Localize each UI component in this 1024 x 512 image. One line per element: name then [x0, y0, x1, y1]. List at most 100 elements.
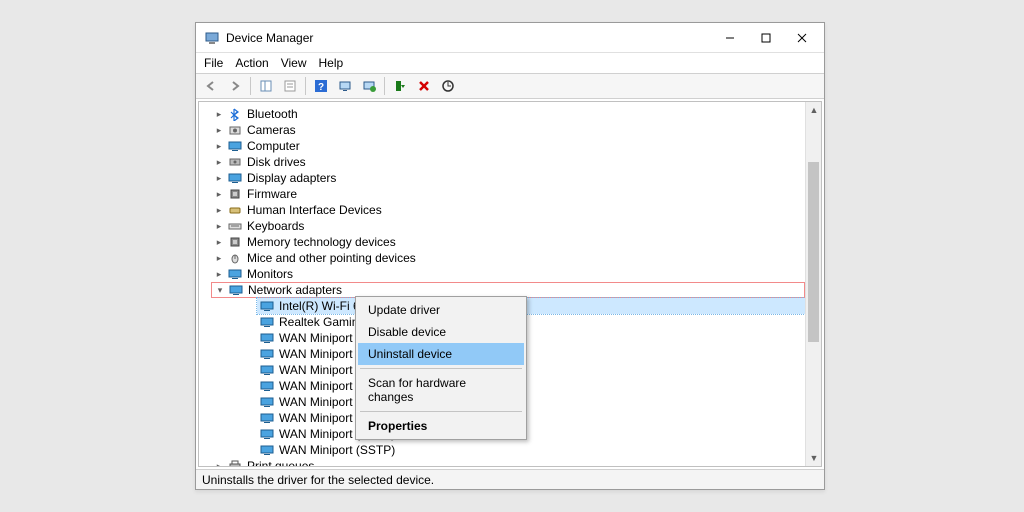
network-adapter-icon	[259, 298, 275, 314]
network-adapter-icon	[259, 378, 275, 394]
category-label: Memory technology devices	[247, 234, 396, 250]
toolbar-separator	[305, 77, 306, 95]
scroll-up-icon[interactable]: ▲	[806, 102, 822, 118]
expand-icon[interactable]: ▸	[213, 122, 225, 138]
app-icon	[204, 30, 220, 46]
network-adapter-item[interactable]: Intel(R) Wi-Fi 6 AX2	[257, 298, 805, 314]
network-adapter-icon	[259, 314, 275, 330]
context-separator	[360, 411, 522, 412]
vertical-scrollbar[interactable]: ▲ ▼	[805, 102, 821, 466]
close-button[interactable]	[784, 24, 820, 52]
keyboard-icon	[227, 218, 243, 234]
expand-icon[interactable]: ▸	[213, 170, 225, 186]
uninstall-toolbar-button[interactable]	[413, 75, 435, 97]
tree-category[interactable]: ▸ Monitors	[213, 266, 805, 282]
network-adapter-icon	[259, 346, 275, 362]
expand-icon[interactable]: ▸	[213, 106, 225, 122]
network-adapter-item[interactable]: WAN Miniport (IP)	[257, 346, 805, 362]
expand-icon[interactable]: ▸	[213, 186, 225, 202]
expand-icon[interactable]: ▸	[213, 266, 225, 282]
expand-icon[interactable]: ▸	[213, 218, 225, 234]
titlebar: Device Manager	[196, 23, 824, 53]
tree-category[interactable]: ▸ Display adapters	[213, 170, 805, 186]
expand-icon[interactable]: ▸	[213, 234, 225, 250]
network-adapter-icon	[259, 394, 275, 410]
menu-action[interactable]: Action	[235, 56, 268, 70]
network-adapter-item[interactable]: WAN Miniport (IPv	[257, 362, 805, 378]
scroll-thumb[interactable]	[808, 162, 819, 342]
tree-category[interactable]: ▸ Firmware	[213, 186, 805, 202]
mouse-icon	[227, 250, 243, 266]
context-update-driver[interactable]: Update driver	[358, 299, 524, 321]
category-label: Print queues	[247, 458, 314, 466]
collapse-icon[interactable]: ▾	[214, 282, 226, 298]
toolbar-separator	[250, 77, 251, 95]
properties-toolbar-button[interactable]	[279, 75, 301, 97]
tree-category[interactable]: ▸Computer	[213, 138, 805, 154]
statusbar: Uninstalls the driver for the selected d…	[196, 469, 824, 489]
scan-hardware-toolbar-button[interactable]	[437, 75, 459, 97]
monitor-icon	[227, 170, 243, 186]
category-label: Keyboards	[247, 218, 304, 234]
tree-category[interactable]: ▸ Mice and other pointing devices	[213, 250, 805, 266]
tree-category[interactable]: ▸ Bluetooth	[213, 106, 805, 122]
category-label: Display adapters	[247, 170, 336, 186]
tree-category[interactable]: ▸ Disk drives	[213, 154, 805, 170]
network-icon	[228, 282, 244, 298]
disk-icon	[227, 154, 243, 170]
expand-icon[interactable]: ▸	[213, 458, 225, 466]
context-scan-hardware[interactable]: Scan for hardware changes	[358, 372, 524, 408]
device-label: WAN Miniport (SSTP)	[279, 442, 395, 458]
category-label: Disk drives	[247, 154, 306, 170]
network-adapter-item[interactable]: WAN Miniport (PP	[257, 410, 805, 426]
network-adapter-item[interactable]: WAN Miniport (Ne	[257, 394, 805, 410]
context-disable-device[interactable]: Disable device	[358, 321, 524, 343]
category-label: Monitors	[247, 266, 293, 282]
network-adapter-icon	[259, 362, 275, 378]
tree-category[interactable]: ▸ Cameras	[213, 122, 805, 138]
forward-button[interactable]	[224, 75, 246, 97]
expand-icon[interactable]: ▸	[213, 154, 225, 170]
tree-category[interactable]: ▸ Memory technology devices	[213, 234, 805, 250]
context-separator	[360, 368, 522, 369]
context-properties[interactable]: Properties	[358, 415, 524, 437]
category-label: Network adapters	[248, 282, 342, 298]
network-adapter-icon	[259, 442, 275, 458]
maximize-button[interactable]	[748, 24, 784, 52]
expand-icon[interactable]: ▸	[213, 138, 225, 154]
category-label: Cameras	[247, 122, 296, 138]
network-adapter-icon	[259, 426, 275, 442]
tree-category[interactable]: ▸ Keyboards	[213, 218, 805, 234]
tree-category[interactable]: ▸ Human Interface Devices	[213, 202, 805, 218]
network-adapter-item[interactable]: WAN Miniport (PPTP)	[257, 426, 805, 442]
expand-icon[interactable]: ▸	[213, 202, 225, 218]
expand-icon[interactable]: ▸	[213, 250, 225, 266]
menu-help[interactable]: Help	[319, 56, 344, 70]
help-toolbar-button[interactable]: ?	[310, 75, 332, 97]
enable-device-toolbar-button[interactable]	[389, 75, 411, 97]
scroll-down-icon[interactable]: ▼	[806, 450, 822, 466]
context-uninstall-device[interactable]: Uninstall device	[358, 343, 524, 365]
monitor-icon	[227, 138, 243, 154]
toolbar: ?	[196, 73, 824, 99]
status-text: Uninstalls the driver for the selected d…	[202, 473, 434, 487]
back-button[interactable]	[200, 75, 222, 97]
network-adapter-item[interactable]: WAN Miniport (L2	[257, 378, 805, 394]
toolbar-separator	[384, 77, 385, 95]
minimize-button[interactable]	[712, 24, 748, 52]
network-adapter-item[interactable]: Realtek Gaming Gb	[257, 314, 805, 330]
network-adapter-item[interactable]: WAN Miniport (IKE	[257, 330, 805, 346]
svg-text:?: ?	[318, 82, 324, 93]
category-label: Firmware	[247, 186, 297, 202]
tree-category[interactable]: ▸ Print queues	[213, 458, 805, 466]
category-label: Mice and other pointing devices	[247, 250, 416, 266]
show-hide-tree-button[interactable]	[255, 75, 277, 97]
hid-icon	[227, 202, 243, 218]
update-driver-toolbar-button[interactable]	[358, 75, 380, 97]
scan-toolbar-button[interactable]	[334, 75, 356, 97]
menu-view[interactable]: View	[281, 56, 307, 70]
network-adapter-item[interactable]: WAN Miniport (SSTP)	[257, 442, 805, 458]
category-label: Bluetooth	[247, 106, 298, 122]
category-label: Human Interface Devices	[247, 202, 382, 218]
menu-file[interactable]: File	[204, 56, 223, 70]
